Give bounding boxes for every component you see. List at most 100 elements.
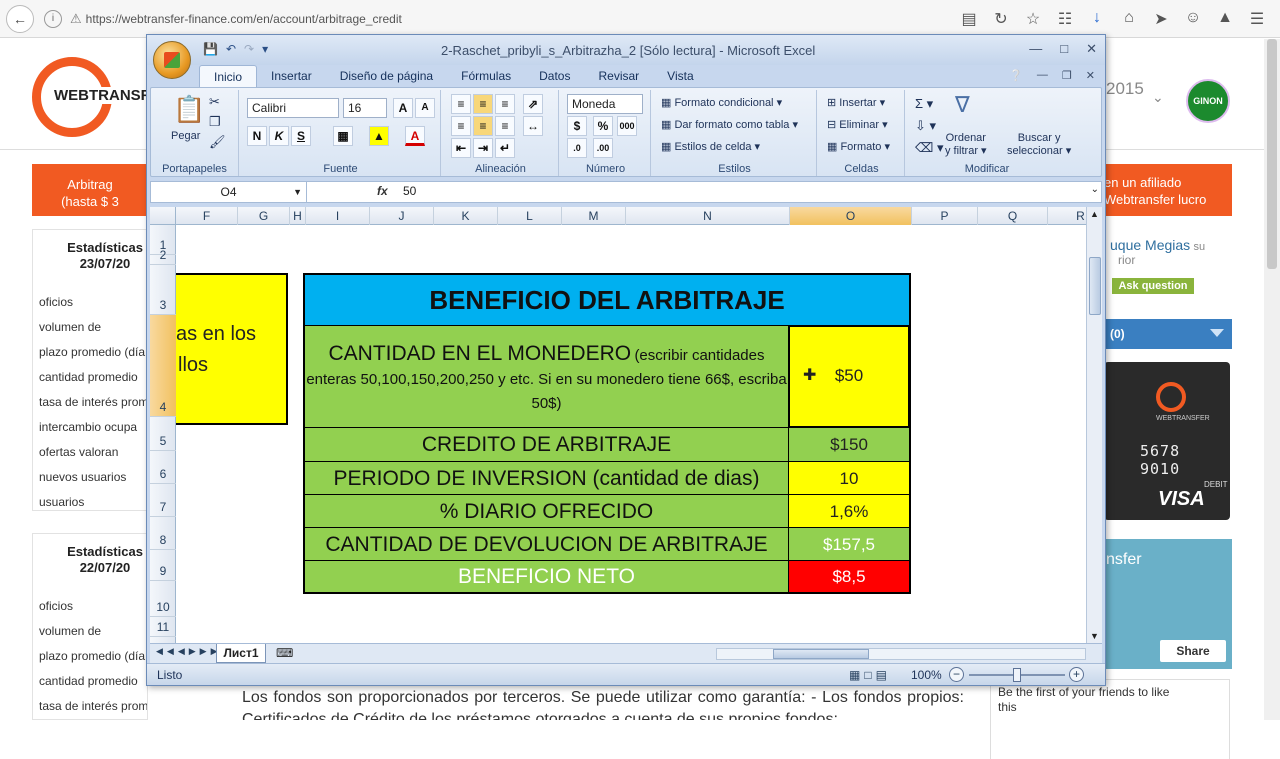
insert-sheet-icon[interactable]: ⌨ [276,646,293,660]
diario-label[interactable]: % DIARIO OFRECIDO [305,495,789,527]
column-header-n[interactable]: N [626,207,790,225]
autosum-icon[interactable]: Σ ▾ [915,96,933,112]
decrease-indent-icon[interactable]: ⇤ [451,138,471,158]
underline-icon[interactable]: S [291,126,311,146]
row-header-8[interactable]: 8 [150,517,176,550]
column-header-h[interactable]: H [290,207,306,225]
merge-center-icon[interactable]: ↔ [523,116,543,136]
menu-icon[interactable]: ☰ [1246,9,1268,29]
chevron-down-icon[interactable]: ⌄ [1152,89,1164,106]
chat-icon[interactable]: ☺ [1182,9,1204,29]
wrap-text-icon[interactable]: ↵ [495,138,515,158]
font-size-select[interactable]: 16 [343,98,387,118]
find-select-button[interactable]: Buscar y seleccionar ▾ [1007,132,1071,157]
home-icon[interactable]: ⌂ [1118,9,1140,29]
site-logo[interactable]: WEBTRANSF [32,57,152,137]
sheet-nav-icons[interactable]: ◀◀◀▶▶▶ [156,646,222,657]
year-selector[interactable]: 2015 [1106,79,1144,99]
bookmark-star-icon[interactable]: ☆ [1022,9,1044,29]
reader-icon[interactable]: ▤ [958,9,980,29]
insert-cells-button[interactable]: ⊞ Insertar ▾ [827,96,885,109]
format-cells-button[interactable]: ▦ Formato ▾ [827,140,890,153]
font-name-select[interactable]: Calibri [247,98,339,118]
tab-datos[interactable]: Datos [525,65,584,87]
column-header-q[interactable]: Q [978,207,1048,225]
cells-area[interactable]: as en los llos BENEFICIO DEL ARBITRAJE C… [176,225,1086,643]
zoom-slider-thumb[interactable] [1013,668,1021,682]
column-header-o[interactable]: O [790,207,912,225]
minimize-icon[interactable]: — [1029,41,1042,57]
zoom-out-icon[interactable]: − [949,667,964,682]
align-left-icon[interactable]: ≡ [451,116,471,136]
send-icon[interactable]: ➤ [1150,9,1172,29]
delete-cells-button[interactable]: ⊟ Eliminar ▾ [827,118,888,131]
row-header-6[interactable]: 6 [150,451,176,484]
tab-revisar[interactable]: Revisar [584,65,653,87]
bold-icon[interactable]: N [247,126,267,146]
undo-icon[interactable]: ↶ [226,42,236,56]
vertical-scroll-thumb[interactable] [1089,257,1101,315]
tab-insertar[interactable]: Insertar [257,65,326,87]
column-header-m[interactable]: M [562,207,626,225]
profile-name[interactable]: uque Megias [1110,237,1190,253]
reload-icon[interactable]: ↻ [990,9,1012,29]
paste-button[interactable]: Pegar [171,130,200,142]
expand-formula-icon[interactable]: ⌄ [1091,184,1099,195]
tab-inicio[interactable]: Inicio [199,65,258,87]
messages-bar[interactable]: (0) [1104,319,1232,349]
maximize-icon[interactable]: □ [1060,41,1068,57]
percent-icon[interactable]: % [593,116,613,136]
tab-dise-o-de-p-gina[interactable]: Diseño de página [326,65,447,87]
column-header-l[interactable]: L [498,207,562,225]
partial-yellow-cell[interactable]: as en los llos [176,273,288,425]
periodo-label[interactable]: PERIODO DE INVERSION (cantidad de dias) [305,462,789,494]
sort-filter-button[interactable]: Ordenar y filtrar ▾ [945,132,987,157]
ribbon-restore-icon[interactable]: ❐ [1062,69,1072,82]
customize-qat-icon[interactable]: ▾ [262,42,268,56]
paste-icon[interactable]: 📋 [173,94,205,125]
select-all-corner[interactable] [150,207,176,225]
back-button[interactable]: ← [6,4,34,33]
row-header-7[interactable]: 7 [150,484,176,517]
align-center-icon[interactable]: ≡ [473,116,493,136]
clear-icon[interactable]: ⌫ ▾ [915,140,944,156]
row-header-4[interactable]: 4 [150,315,176,417]
align-top-icon[interactable]: ≡ [451,94,471,114]
scroll-down-icon[interactable]: ▼ [1090,631,1099,641]
diario-value[interactable]: 1,6% [789,495,909,527]
devolucion-label[interactable]: CANTIDAD DE DEVOLUCION DE ARBITRAJE [305,528,789,560]
neto-value[interactable]: $8,5 [789,561,909,592]
horizontal-scrollbar[interactable] [716,648,1086,660]
vertical-scrollbar[interactable]: ▲ ▼ [1086,207,1102,643]
formula-input[interactable]: 50 [403,184,416,198]
table-title[interactable]: BENEFICIO DEL ARBITRAJE [305,275,909,325]
periodo-value[interactable]: 10 [789,462,909,494]
worksheet-grid[interactable]: FGHIJKLMNOPQR 1 2 3 4 5 6 7 8 9 10 11 as en los ll… [150,207,1086,643]
align-bottom-icon[interactable]: ≡ [495,94,515,114]
column-header-i[interactable]: I [306,207,370,225]
align-middle-icon[interactable]: ≡ [473,94,493,114]
info-icon[interactable]: i [44,9,62,28]
office-button[interactable] [153,41,191,79]
devolucion-value[interactable]: $157,5 [789,528,909,560]
name-box-dropdown-icon[interactable]: ▼ [293,182,302,202]
sheet-tab-list1[interactable]: Лист1 [216,644,266,663]
monedero-label-cell[interactable]: CANTIDAD EN EL MONEDERO (escribir cantid… [305,326,789,427]
name-box[interactable]: O4 ▼ [151,182,307,202]
row-header-9[interactable]: 9 [150,550,176,581]
ribbon-minimize-icon[interactable]: — [1037,69,1048,82]
italic-icon[interactable]: K [269,126,289,146]
column-header-g[interactable]: G [238,207,290,225]
credito-label[interactable]: CREDITO DE ARBITRAJE [305,428,789,461]
credito-value[interactable]: $150 [789,428,909,461]
align-right-icon[interactable]: ≡ [495,116,515,136]
redo-icon[interactable]: ↷ [244,42,254,56]
row-header-11[interactable]: 11 [150,617,176,637]
column-header-f[interactable]: F [176,207,238,225]
copy-icon[interactable]: ❐ [209,114,221,130]
grow-font-icon[interactable]: A [393,98,413,118]
ribbon-close-icon[interactable]: ✕ [1086,69,1095,82]
font-color-icon[interactable]: A [405,126,425,146]
view-buttons[interactable]: ▦□▤ [849,668,891,682]
scroll-up-icon[interactable]: ▲ [1090,209,1099,219]
